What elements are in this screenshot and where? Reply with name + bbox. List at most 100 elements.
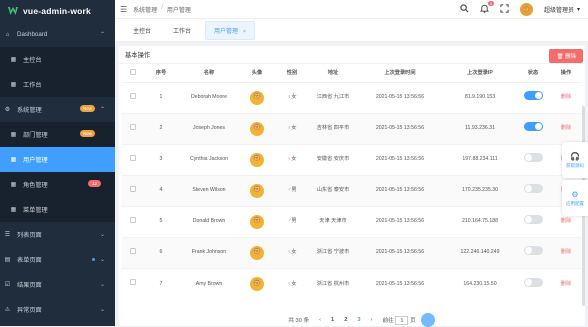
user-table-card: 基本操作 🗑 删除 序号 名称 头像 性别 地址 上次登录时间 上次登录IP 状态 操作 1 De… bbox=[119, 46, 585, 326]
page-button[interactable]: 2 bbox=[344, 317, 347, 323]
table-row[interactable]: 4 Steven Wilson 🐵 ♂男 山东省 泰安市 2021-05-15 13:56… bbox=[122, 174, 582, 206]
search-icon[interactable] bbox=[460, 4, 469, 15]
delete-link[interactable]: 删除 bbox=[561, 281, 571, 287]
close-icon[interactable]: × bbox=[243, 29, 246, 35]
page-button[interactable]: 1 bbox=[331, 317, 334, 323]
float-label: 获取源码 bbox=[566, 162, 584, 168]
sidebar-item[interactable]: ☑ 结果页面 ⌄ bbox=[0, 272, 115, 297]
status-toggle[interactable] bbox=[523, 153, 543, 163]
status-toggle[interactable] bbox=[523, 184, 543, 194]
grid-icon: ▦ bbox=[10, 157, 17, 163]
status-cell bbox=[516, 112, 550, 144]
status-cell bbox=[516, 143, 550, 175]
row-checkbox[interactable] bbox=[130, 247, 136, 254]
table-row[interactable]: 3 Cynthia Jackson 🐵 ♀女 安徽省 安庆市 2021-05-15 13:… bbox=[122, 143, 582, 175]
sidebar-item[interactable]: ▦ 菜单管理 bbox=[0, 197, 115, 222]
dashboard-icon: ⌂ bbox=[5, 31, 10, 38]
status-toggle[interactable] bbox=[523, 277, 543, 287]
app-logo[interactable]: vue-admin-work bbox=[0, 0, 115, 22]
table-row[interactable]: 7 Amy Brown 🐵 ♀女 浙江省 杭州市 2021-05-15 13:56:56 1… bbox=[122, 267, 582, 299]
login-time-cell: 2021-05-15 13:56:56 bbox=[356, 112, 444, 144]
row-checkbox[interactable] bbox=[130, 216, 136, 223]
index-cell: 6 bbox=[144, 236, 178, 268]
table-header-row: 序号 名称 头像 性别 地址 上次登录时间 上次登录IP 状态 操作 bbox=[122, 64, 582, 82]
fullscreen-icon[interactable] bbox=[500, 4, 509, 15]
next-page-button[interactable]: › bbox=[371, 317, 373, 323]
check-icon: ☑ bbox=[4, 282, 11, 288]
page-button-current[interactable]: 3 bbox=[357, 317, 360, 323]
column-header: 上次登录时间 bbox=[384, 70, 416, 77]
delete-link[interactable]: 删除 bbox=[561, 218, 571, 224]
login-time-cell: 2021-05-15 13:56:56 bbox=[356, 267, 444, 299]
address-cell: 浙江省 杭州市 bbox=[310, 267, 356, 299]
delete-link[interactable]: 删除 bbox=[561, 249, 571, 255]
count-badge: 12 bbox=[87, 180, 101, 187]
avatar-cell: 🐵 bbox=[240, 205, 274, 237]
goto-page-input[interactable]: 1 bbox=[395, 315, 409, 325]
column-header: 序号 bbox=[155, 70, 167, 77]
prev-page-button[interactable]: ‹ bbox=[319, 317, 321, 323]
sex-cell: ♀女 bbox=[274, 143, 310, 175]
chevron-up-icon: ⌃ bbox=[99, 107, 105, 113]
avatar: 🐵 bbox=[250, 276, 264, 291]
status-toggle[interactable] bbox=[523, 122, 543, 132]
status-toggle[interactable] bbox=[523, 215, 543, 225]
breadcrumb: 系统管理 / 用户管理 bbox=[133, 5, 191, 14]
table-row[interactable]: 5 Donald Brown 🐵 ♂男 天津 天津市 2021-05-15 13:56:5… bbox=[122, 205, 582, 237]
status-toggle[interactable] bbox=[523, 246, 543, 256]
status-toggle[interactable] bbox=[523, 91, 543, 101]
action-cell: 删除 bbox=[550, 81, 582, 113]
sidebar-item-label: 用户管理 bbox=[23, 157, 48, 164]
name-cell: Joseph Jones bbox=[178, 112, 240, 144]
row-checkbox[interactable] bbox=[130, 92, 136, 99]
tab-dashboard[interactable]: 主控台 bbox=[125, 22, 159, 39]
sidebar-item[interactable]: ▦ 部门管理 New bbox=[0, 122, 115, 147]
row-checkbox[interactable] bbox=[130, 185, 136, 192]
chevron-down-icon: ⌄ bbox=[99, 232, 105, 238]
chevron-down-icon: ⌄ bbox=[99, 282, 105, 288]
user-menu[interactable]: 超级管理员 ▾ bbox=[544, 5, 580, 14]
sidebar-item[interactable]: ⚠ 异常页面 ⌄ bbox=[0, 297, 115, 322]
row-checkbox[interactable] bbox=[130, 279, 136, 285]
tab-user-management[interactable]: 用户管理 × bbox=[205, 20, 255, 40]
column-header: 性别 bbox=[286, 70, 298, 77]
batch-delete-button[interactable]: 🗑 删除 bbox=[549, 49, 583, 63]
sidebar-item[interactable]: ▦ 工作台 bbox=[0, 72, 115, 97]
floating-action-button[interactable] bbox=[421, 313, 435, 327]
sex-label: 男 bbox=[291, 218, 297, 225]
sidebar-item[interactable]: ▦ 角色管理 12 bbox=[0, 172, 115, 197]
sidebar-item[interactable]: ▦ 用户管理 bbox=[0, 147, 115, 172]
bell-icon[interactable]: 3 bbox=[479, 1, 494, 15]
table-row[interactable]: 2 Joseph Jones 🐵 ♀女 吉林省 四平市 2021-05-15 13:56:… bbox=[122, 112, 582, 144]
sidebar-item[interactable]: ☰ 列表页面 ⌄ bbox=[0, 222, 115, 247]
chevron-down-icon: ⌄ bbox=[99, 257, 105, 263]
select-all-checkbox[interactable] bbox=[130, 68, 136, 75]
sidebar-item[interactable]: ▦ 主控台 bbox=[0, 47, 115, 72]
column-header: 头像 bbox=[251, 70, 263, 77]
delete-link[interactable]: 删除 bbox=[561, 125, 571, 131]
delete-link[interactable]: 删除 bbox=[561, 94, 571, 100]
card-title: 基本操作 bbox=[125, 52, 151, 59]
user-avatar[interactable]: 🐵 bbox=[519, 3, 533, 16]
row-checkbox[interactable] bbox=[130, 154, 136, 161]
menu-toggle-icon[interactable]: ☰ bbox=[120, 5, 127, 14]
sidebar-item-label: 部门管理 bbox=[23, 132, 48, 139]
status-cell bbox=[516, 174, 550, 206]
tab-workbench[interactable]: 工作台 bbox=[165, 22, 199, 39]
sidebar-item[interactable]: ⌂ Dashboard ⌃ bbox=[0, 22, 115, 47]
sidebar-item[interactable]: ▤ 表单页面 ⌄ bbox=[0, 247, 115, 272]
action-cell: 删除 bbox=[550, 267, 582, 299]
new-badge: New bbox=[79, 130, 95, 137]
app-config-button[interactable]: ⚙ 应用配置 bbox=[562, 180, 588, 216]
sidebar-item[interactable]: ⚙ 系统管理 New ⌃ bbox=[0, 97, 115, 122]
table-row[interactable]: 1 Deborah Moore 🐵 ♀女 江西省 九江市 2021-05-15 13:56… bbox=[122, 81, 582, 113]
select-cell bbox=[122, 81, 144, 113]
form-icon: ▤ bbox=[4, 257, 11, 263]
login-ip-cell: 81.9.190.153 bbox=[444, 81, 516, 113]
get-source-button[interactable]: 🎧 获取源码 bbox=[562, 142, 588, 178]
select-cell bbox=[122, 112, 144, 144]
table-row[interactable]: 6 Frank Johnson 🐵 ♀女 浙江省 宁波市 2021-05-15 13:56… bbox=[122, 236, 582, 268]
breadcrumb-item[interactable]: 系统管理 bbox=[133, 5, 157, 14]
row-checkbox[interactable] bbox=[130, 123, 136, 130]
avatar-cell: 🐵 bbox=[240, 143, 274, 175]
